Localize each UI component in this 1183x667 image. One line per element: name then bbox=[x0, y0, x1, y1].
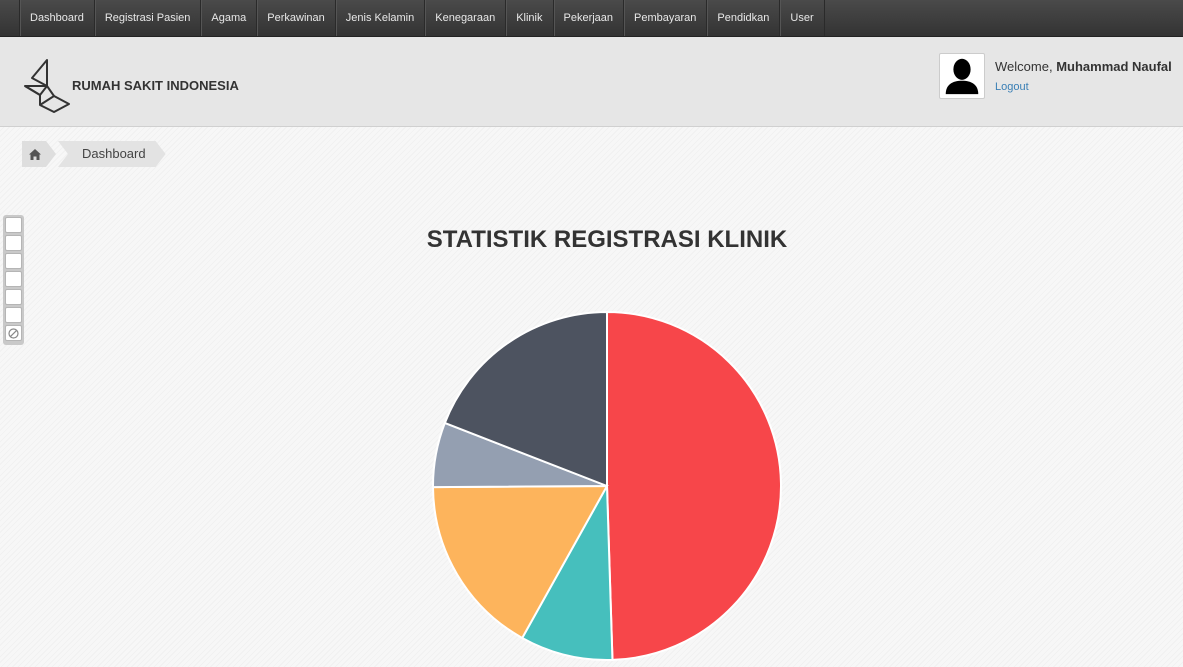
brand-name: RUMAH SAKIT INDONESIA bbox=[72, 78, 239, 93]
pie-slice-4[interactable] bbox=[432, 421, 608, 489]
disabled-icon bbox=[8, 327, 19, 339]
nav-item-kenegaraan[interactable]: Kenegaraan bbox=[425, 0, 507, 36]
toolbar-button[interactable] bbox=[5, 325, 22, 341]
user-silhouette-icon bbox=[945, 58, 979, 95]
pie-slice-5[interactable] bbox=[443, 310, 608, 488]
breadcrumb: Dashboard bbox=[22, 141, 166, 167]
nav-item-dashboard[interactable]: Dashboard bbox=[20, 0, 95, 36]
breadcrumb-current[interactable]: Dashboard bbox=[58, 141, 166, 167]
avatar bbox=[939, 53, 985, 99]
nav-item-agama[interactable]: Agama bbox=[201, 0, 258, 36]
toolbar-button[interactable] bbox=[5, 253, 22, 269]
nav-item-pekerjaan[interactable]: Pekerjaan bbox=[554, 0, 625, 36]
user-name: Muhammad Naufal bbox=[1056, 59, 1172, 74]
welcome-prefix: Welcome, bbox=[995, 59, 1053, 74]
logout-link[interactable]: Logout bbox=[995, 81, 1029, 93]
pie-slice-2[interactable] bbox=[520, 482, 614, 661]
nav-item-registrasi-pasien[interactable]: Registrasi Pasien bbox=[95, 0, 202, 36]
toolbar-button[interactable] bbox=[5, 289, 22, 305]
nav-item-klinik[interactable]: Klinik bbox=[506, 0, 554, 36]
nav-menu: Dashboard Registrasi Pasien Agama Perkawina… bbox=[19, 0, 1183, 36]
nav-item-perkawinan[interactable]: Perkawinan bbox=[257, 0, 336, 36]
nav-item-user[interactable]: User bbox=[780, 0, 825, 36]
home-icon bbox=[28, 148, 42, 161]
toolbar-button[interactable] bbox=[5, 307, 22, 323]
welcome-text: Welcome, Muhammad Naufal bbox=[995, 59, 1172, 74]
chart-title: STATISTIK REGISTRASI KLINIK bbox=[426, 226, 788, 253]
nav-item-jenis-kelamin[interactable]: Jenis Kelamin bbox=[336, 0, 426, 36]
nav-item-pendidkan[interactable]: Pendidkan bbox=[707, 0, 781, 36]
toolbar-button[interactable] bbox=[5, 271, 22, 287]
site-header: RUMAH SAKIT INDONESIA Welcome, Muhammad … bbox=[0, 37, 1183, 127]
top-navigation: Dashboard Registrasi Pasien Agama Perkawina… bbox=[0, 0, 1183, 37]
logo-icon bbox=[24, 59, 70, 113]
pie-slice-1[interactable] bbox=[606, 310, 782, 661]
pie-slice-3[interactable] bbox=[431, 484, 609, 640]
nav-item-pembayaran[interactable]: Pembayaran bbox=[624, 0, 708, 36]
breadcrumb-home[interactable] bbox=[22, 141, 56, 167]
